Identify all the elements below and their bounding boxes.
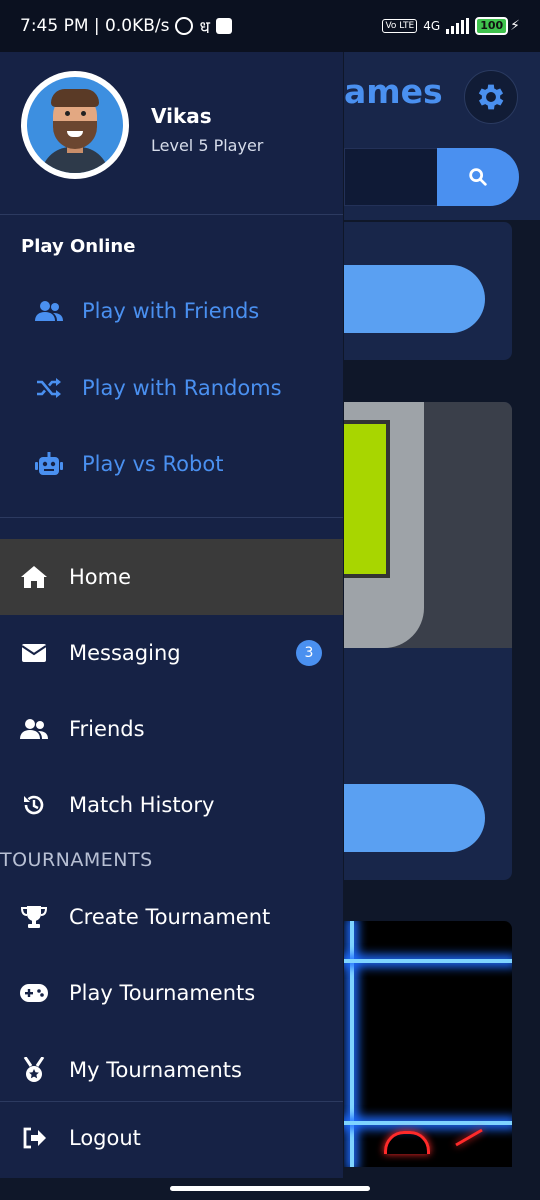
- alarm-icon: [175, 17, 194, 35]
- profile-level: Level 5 Player: [151, 136, 264, 155]
- network-type: 4G: [423, 19, 441, 33]
- home-icon: [20, 566, 48, 588]
- app-title: ames: [344, 72, 443, 111]
- envelope-icon: [20, 644, 48, 662]
- online-item-label: Play vs Robot: [82, 452, 224, 476]
- nav-item-label: Play Tournaments: [69, 981, 256, 1005]
- avatar[interactable]: [21, 71, 129, 179]
- nav-item-label: Create Tournament: [69, 905, 271, 929]
- notification-icon: [215, 18, 232, 34]
- users-icon: [20, 718, 48, 740]
- logout-button[interactable]: Logout: [0, 1101, 343, 1175]
- tournaments-heading: TOURNAMENTS: [0, 849, 153, 871]
- status-bar: 7:45 PM | 0.0KB/s ध Vo LTE 4G 100 ⚡: [0, 0, 540, 52]
- nav-item-home[interactable]: Home: [0, 539, 343, 615]
- status-extra-glyph: ध: [199, 17, 210, 38]
- volte-icon: Vo LTE: [382, 19, 418, 33]
- search-button[interactable]: [437, 148, 519, 206]
- logout-icon: [20, 1127, 48, 1149]
- divider: [0, 517, 343, 518]
- nav-item-create-tournament[interactable]: Create Tournament: [0, 879, 343, 955]
- users-icon: [34, 300, 64, 322]
- nav-item-play-tournaments[interactable]: Play Tournaments: [0, 955, 343, 1031]
- online-item-label: Play with Friends: [82, 299, 260, 323]
- nav-item-label: Messaging: [69, 641, 181, 665]
- charging-icon: ⚡: [510, 18, 520, 34]
- gamepad-icon: [20, 984, 48, 1002]
- signal-icon: [446, 18, 470, 34]
- play-with-friends-item[interactable]: Play with Friends: [0, 281, 343, 341]
- settings-gear-icon[interactable]: [464, 70, 518, 124]
- navigation-drawer: Vikas Level 5 Player Play Online Play wi…: [0, 52, 343, 1178]
- game-image-phone: [344, 402, 512, 648]
- play-button[interactable]: [344, 265, 485, 333]
- battery-level: 100: [475, 17, 509, 35]
- nav-item-messaging[interactable]: Messaging 3: [0, 615, 343, 691]
- trophy-icon: [20, 905, 48, 929]
- game-image-neon: [344, 921, 512, 1167]
- nav-item-match-history[interactable]: Match History: [0, 767, 343, 843]
- search-input[interactable]: [344, 148, 440, 206]
- play-vs-robot-item[interactable]: Play vs Robot: [0, 434, 343, 494]
- online-item-label: Play with Randoms: [82, 376, 282, 400]
- profile-header: Vikas Level 5 Player: [0, 52, 343, 215]
- nav-item-my-tournaments[interactable]: My Tournaments: [0, 1032, 343, 1108]
- profile-name: Vikas: [151, 104, 212, 128]
- nav-item-label: My Tournaments: [69, 1058, 242, 1082]
- robot-icon: [34, 452, 64, 476]
- nav-item-label: Match History: [69, 793, 215, 817]
- play-online-heading: Play Online: [21, 236, 136, 257]
- status-right: Vo LTE 4G 100 ⚡: [382, 17, 520, 35]
- nav-item-friends[interactable]: Friends: [0, 691, 343, 767]
- history-icon: [20, 793, 48, 817]
- nav-item-label: Friends: [69, 717, 145, 741]
- search-icon: [469, 168, 487, 186]
- medal-icon: [20, 1057, 48, 1083]
- status-left: 7:45 PM | 0.0KB/s ध: [20, 15, 232, 38]
- play-with-randoms-item[interactable]: Play with Randoms: [0, 358, 343, 418]
- shuffle-icon: [34, 378, 64, 398]
- unread-badge: 3: [296, 640, 322, 666]
- gesture-bar[interactable]: [170, 1186, 370, 1191]
- status-time-speed: 7:45 PM | 0.0KB/s: [20, 16, 170, 36]
- nav-item-label: Home: [69, 565, 132, 589]
- play-button[interactable]: [344, 784, 485, 852]
- logout-label: Logout: [69, 1126, 141, 1150]
- battery-icon: 100 ⚡: [475, 17, 520, 35]
